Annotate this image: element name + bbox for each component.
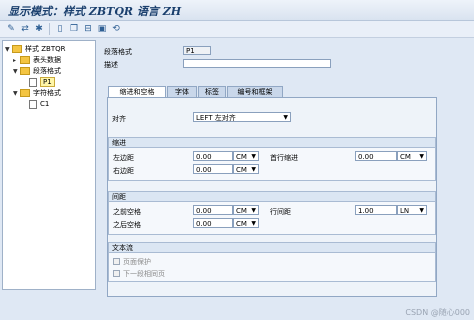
delete-icon[interactable]: ⊟ [81,22,95,36]
style-tree: ▼ 样式 ZBTQR ▸ 表头数据 ▼ 段落格式 P1 ▼ 字符格式 C1 [2,40,96,290]
tree-node-c1[interactable]: C1 [29,99,49,109]
save-icon[interactable]: ▣ [95,22,109,36]
space-after-input[interactable]: 0.00 [193,218,233,228]
tab-numbering-frame[interactable]: 编号和框架 [227,86,283,97]
tree-node-paragraph-formats[interactable]: ▼ 段落格式 [13,66,61,76]
chevron-down-icon: ▼ [419,153,424,160]
collapse-arrow-icon[interactable]: ▼ [5,45,12,55]
tree-node-root[interactable]: ▼ 样式 ZBTQR [5,44,65,54]
chevron-down-icon: ▼ [251,153,256,160]
chevron-down-icon: ▼ [251,220,256,227]
activate-icon[interactable]: ✱ [32,22,46,36]
chevron-down-icon: ▼ [251,207,256,214]
line-spacing-input[interactable]: 1.00 [355,205,397,215]
description-label: 描述 [104,61,118,69]
folder-icon [20,89,30,97]
right-margin-unit[interactable]: CM ▼ [233,164,259,174]
tree-node-p1[interactable]: P1 [29,77,55,87]
window-title: 显示模式：样式 ZBTQR 语言 ZH [8,5,182,18]
paragraph-format-label: 段落格式 [104,48,132,56]
next-same-page-checkbox[interactable] [113,270,120,277]
space-after-unit[interactable]: CM ▼ [233,218,259,228]
first-line-indent-unit[interactable]: CM ▼ [397,151,427,161]
new-icon[interactable]: ▯ [53,22,67,36]
line-spacing-label: 行间距 [270,208,291,216]
collapse-arrow-icon[interactable]: ▼ [13,89,20,99]
space-after-label: 之后空格 [113,221,141,229]
expand-arrow-icon[interactable]: ▸ [13,56,20,66]
textflow-group-title: 文本流 [109,243,435,253]
toolbar-separator [49,23,50,35]
toggle-icon[interactable]: ⇄ [18,22,32,36]
tab-font[interactable]: 字体 [167,86,197,97]
tree-node-header[interactable]: ▸ 表头数据 [13,55,61,65]
chevron-down-icon: ▼ [283,114,288,121]
space-before-label: 之前空格 [113,208,141,216]
space-before-unit[interactable]: CM ▼ [233,205,259,215]
collapse-arrow-icon[interactable]: ▼ [13,67,20,77]
description-field[interactable] [183,59,331,68]
chevron-down-icon: ▼ [251,166,256,173]
folder-icon [20,56,30,64]
indent-group-title: 缩进 [109,138,435,148]
application-toolbar: ✎ ⇄ ✱ ▯ ❐ ⊟ ▣ ⟲ [0,21,474,38]
first-line-indent-label: 首行缩进 [270,154,298,162]
alignment-select[interactable]: LEFT 左对齐 ▼ [193,112,291,122]
first-line-indent-input[interactable]: 0.00 [355,151,397,161]
copy-icon[interactable]: ❐ [67,22,81,36]
line-spacing-unit[interactable]: LN ▼ [397,205,427,215]
next-same-page-label: 下一段相同页 [123,270,165,278]
watermark-text: CSDN @随心000 [405,308,470,317]
left-margin-label: 左边距 [113,154,134,162]
alignment-label: 对齐 [112,115,126,123]
refresh-icon[interactable]: ⟲ [109,22,123,36]
tree-node-char-formats[interactable]: ▼ 字符格式 [13,88,61,98]
page-protect-checkbox[interactable] [113,258,120,265]
left-margin-input[interactable]: 0.00 [193,151,233,161]
document-icon [29,77,37,87]
right-margin-input[interactable]: 0.00 [193,164,233,174]
page-protect-label: 页面保护 [123,258,151,266]
folder-icon [12,45,22,53]
tab-tabs[interactable]: 标签 [198,86,226,97]
space-before-input[interactable]: 0.00 [193,205,233,215]
title-bar: 显示模式：样式 ZBTQR 语言 ZH [0,0,474,21]
right-margin-label: 右边距 [113,167,134,175]
document-icon [29,99,37,109]
edit-icon[interactable]: ✎ [4,22,18,36]
paragraph-format-field: P1 [183,46,211,55]
spacing-group-title: 间距 [109,192,435,202]
folder-icon [20,67,30,75]
left-margin-unit[interactable]: CM ▼ [233,151,259,161]
chevron-down-icon: ▼ [419,207,424,214]
